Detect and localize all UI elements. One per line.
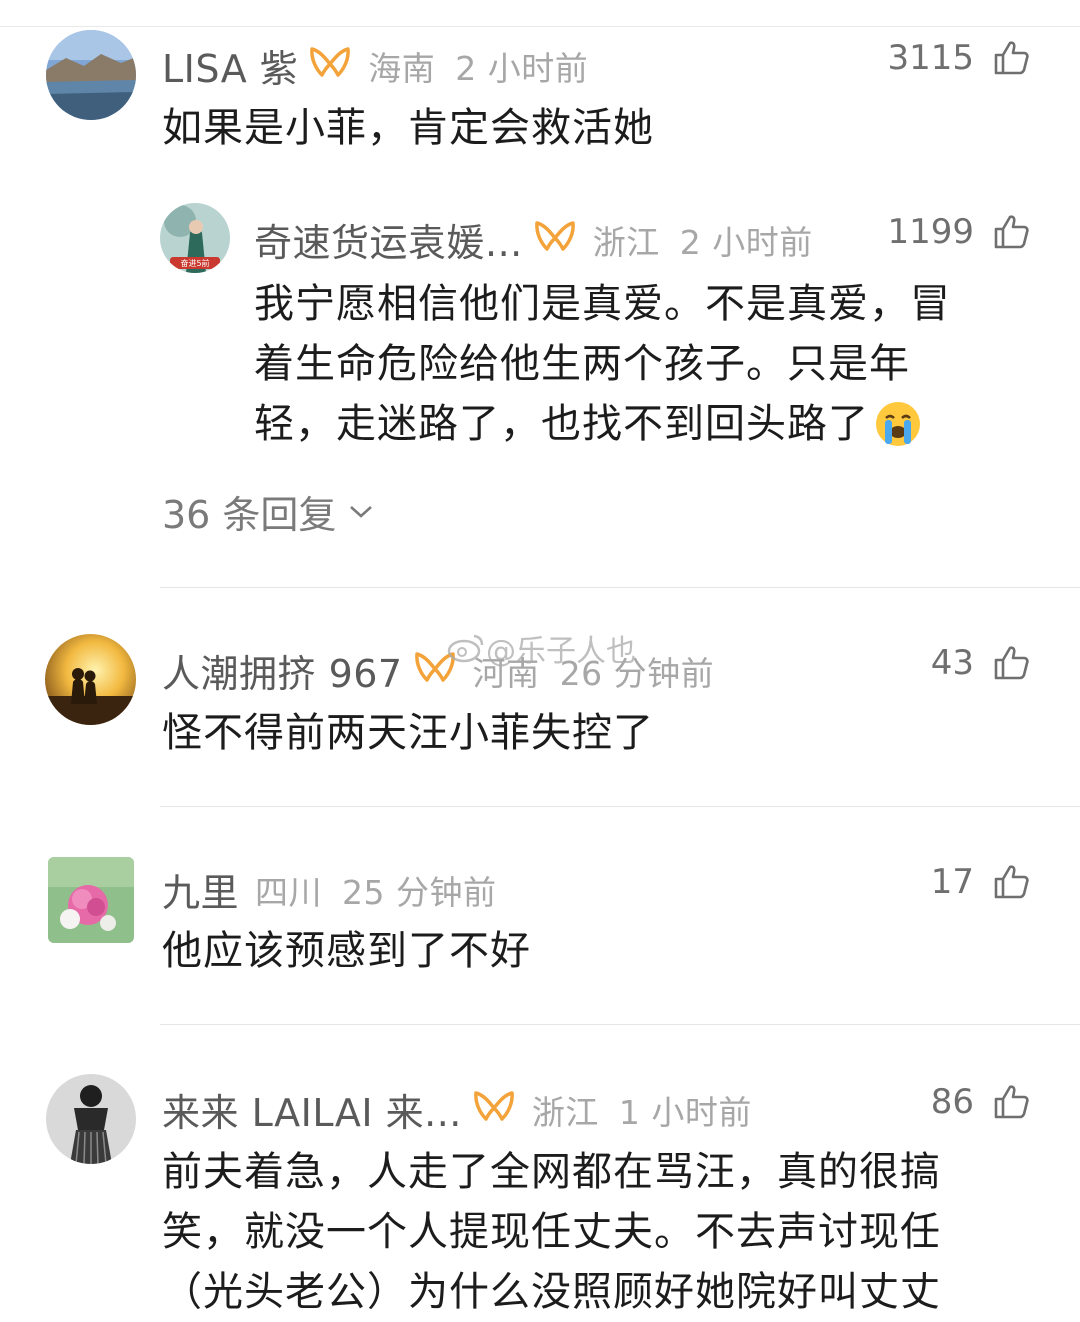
comment-text: 如果是小菲，肯定会救活她: [162, 105, 654, 151]
comment-meta: 海南 2 小时前: [368, 42, 588, 90]
like-button[interactable]: 1199: [887, 212, 1030, 252]
like-button[interactable]: 43: [931, 643, 1030, 683]
comment-text-line: 前夫着急，人走了全网都在骂汪，真的很搞: [162, 1149, 941, 1195]
thumbs-up-icon: [994, 646, 1029, 680]
reply-text-line: 我宁愿相信他们是真爱。不是真爱，冒: [254, 281, 951, 327]
reply-text: 我宁愿相信他们是真爱。不是真爱，冒 着生命危险给他生两个孩子。只是年 轻，走迷路…: [254, 274, 951, 454]
username[interactable]: 人潮拥挤 967: [162, 643, 403, 698]
like-count: 1199: [887, 212, 974, 252]
thumbs-up-icon: [994, 41, 1029, 75]
like-button[interactable]: 17: [931, 862, 1030, 902]
reply-text-line: 轻，走迷路了，也找不到回头路了: [254, 394, 951, 454]
avatar[interactable]: [45, 634, 136, 725]
top-divider: [0, 26, 1080, 27]
like-count: 86: [930, 1082, 974, 1122]
comment-header: 九里 四川 25 分钟前: [162, 862, 497, 917]
replies-count: 36 条回复: [162, 493, 337, 537]
vip-ribbon-icon: [472, 1089, 516, 1131]
avatar[interactable]: [46, 30, 136, 120]
like-count: 3115: [887, 38, 974, 78]
watermark-text: @乐子人也: [486, 634, 636, 669]
weibo-logo-icon: [447, 634, 484, 663]
thumbs-up-icon: [994, 1085, 1029, 1119]
username[interactable]: 来来 LAILAI 来...: [162, 1082, 462, 1137]
reply-header: 奇速货运袁媛... 浙江 2 小时前: [254, 212, 813, 267]
vip-ribbon-icon: [533, 219, 577, 261]
location: 四川: [255, 872, 323, 912]
reply-text-line: 着生命危险给他生两个孩子。只是年: [254, 341, 910, 387]
timestamp: 2 小时前: [679, 222, 813, 262]
thumbs-up-icon: [994, 215, 1029, 249]
comment-header: 来来 LAILAI 来... 浙江 1 小时前: [162, 1082, 752, 1137]
username[interactable]: LISA 紫: [162, 38, 298, 93]
like-button[interactable]: 86: [931, 1082, 1030, 1122]
like-count: 17: [930, 862, 974, 902]
chevron-down-icon: [350, 505, 373, 518]
location: 海南: [368, 48, 436, 88]
timestamp: 25 分钟前: [342, 872, 497, 912]
timestamp: 1 小时前: [618, 1092, 752, 1132]
reply-username[interactable]: 奇速货运袁媛...: [254, 212, 523, 267]
avatar[interactable]: [48, 857, 134, 943]
comment-meta: 四川 25 分钟前: [255, 866, 496, 914]
vip-ribbon-icon: [308, 45, 352, 87]
username[interactable]: 九里: [162, 862, 239, 917]
location: 浙江: [531, 1092, 599, 1132]
crying-emoji-icon: [876, 402, 920, 446]
like-button[interactable]: 3115: [887, 38, 1030, 78]
comment-text: 怪不得前两天汪小菲失控了: [162, 710, 654, 756]
like-count: 43: [930, 643, 974, 683]
timestamp: 2 小时前: [455, 48, 589, 88]
comment-text-line: 笑，就没一个人提现任丈夫。不去声讨现任: [162, 1209, 941, 1255]
reply-meta: 浙江 2 小时前: [593, 216, 813, 264]
comment-meta: 浙江 1 小时前: [532, 1086, 752, 1134]
divider: [160, 587, 1080, 588]
view-replies-button[interactable]: 36 条回复: [162, 484, 374, 539]
avatar[interactable]: [46, 1074, 136, 1164]
location: 浙江: [592, 222, 660, 262]
divider: [160, 806, 1080, 807]
thumbs-up-icon: [994, 865, 1029, 899]
avatar-caption: 奋进5前: [180, 258, 209, 268]
comment-header: LISA 紫 海南 2 小时前: [162, 38, 588, 93]
comment-text: 他应该预感到了不好: [162, 928, 531, 974]
comment-text: 前夫着急，人走了全网都在骂汪，真的很搞 笑，就没一个人提现任丈夫。不去声讨现任 …: [162, 1142, 941, 1322]
watermark: @乐子人也: [446, 626, 636, 670]
comment-text-line: （光头老公）为什么没照顾好她院好叫丈丈: [162, 1269, 941, 1315]
divider: [160, 1024, 1080, 1025]
reply-avatar[interactable]: 奋进5前: [160, 203, 230, 273]
